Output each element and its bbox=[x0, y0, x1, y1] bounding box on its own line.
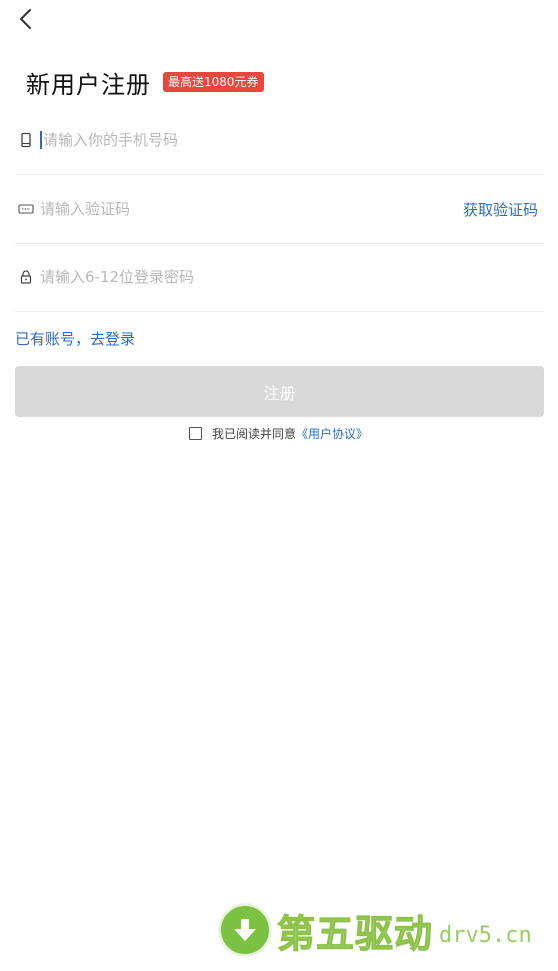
watermark: 第五驱动 drv5.cn bbox=[219, 902, 532, 958]
password-field bbox=[15, 243, 544, 312]
phone-icon bbox=[18, 132, 34, 148]
sms-code-icon bbox=[18, 201, 34, 217]
page-title: 新用户注册 bbox=[26, 70, 151, 99]
promo-badge: 最高送1080元券 bbox=[163, 72, 264, 92]
agreement-text: 我已阅读并同意 bbox=[212, 426, 297, 441]
password-input[interactable] bbox=[40, 268, 544, 286]
phone-input[interactable] bbox=[43, 131, 544, 149]
code-field: 获取验证码 bbox=[15, 175, 544, 244]
user-agreement-link[interactable]: 《用户协议》 bbox=[296, 425, 368, 442]
watermark-name: 第五驱动 bbox=[276, 911, 434, 956]
login-link[interactable]: 已有账号，去登录 bbox=[15, 328, 135, 349]
agreement-row: 我已阅读并同意 《用户协议》 bbox=[189, 424, 368, 442]
agreement-checkbox[interactable] bbox=[189, 426, 202, 440]
back-arrow-icon[interactable] bbox=[14, 6, 40, 32]
title-row: 新用户注册 最高送1080元券 bbox=[26, 64, 264, 100]
lock-icon bbox=[18, 269, 34, 285]
watermark-domain: drv5.cn bbox=[439, 922, 532, 948]
download-arrow-icon bbox=[219, 904, 271, 956]
register-button[interactable]: 注册 bbox=[15, 366, 544, 417]
get-code-button[interactable]: 获取验证码 bbox=[463, 199, 538, 220]
phone-field bbox=[15, 106, 544, 175]
text-caret bbox=[40, 131, 42, 149]
code-input[interactable] bbox=[40, 200, 463, 218]
